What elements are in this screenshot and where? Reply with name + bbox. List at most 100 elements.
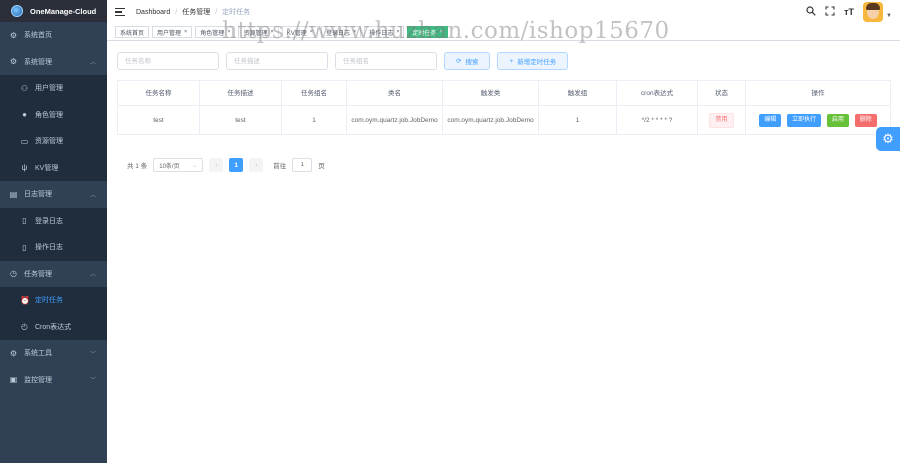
col-header: 任务名称 — [117, 80, 200, 106]
add-task-button[interactable]: + 新增定时任务 — [497, 52, 569, 70]
sidebar-item-label: 日志管理 — [24, 191, 52, 199]
edit-button[interactable]: 编辑 — [759, 113, 782, 127]
task-group-input[interactable] — [335, 52, 437, 70]
sidebar-item-operation-log[interactable]: ▯ 操作日志 — [0, 234, 107, 261]
refresh-icon: ⟳ — [456, 58, 462, 65]
sidebar-item-users[interactable]: ⚇ 用户管理 — [0, 75, 107, 102]
alarm-icon: ⏰ — [20, 295, 30, 305]
sidebar-item-system[interactable]: ⚙ 系统管理 ︿ — [0, 49, 107, 76]
gear-icon: ⚙ — [882, 131, 894, 146]
dashboard-icon: ⚙ — [9, 30, 18, 40]
col-header: 任务组名 — [281, 80, 347, 106]
sidebar-item-label: 用户管理 — [35, 85, 63, 93]
close-icon[interactable]: × — [271, 29, 274, 35]
task-name-input[interactable] — [117, 52, 219, 70]
gear-icon: ⚙ — [9, 57, 18, 67]
sidebar-item-scheduled-tasks[interactable]: ⏰ 定时任务 — [0, 287, 107, 314]
breadcrumb-tasks[interactable]: 任务管理 — [182, 7, 210, 17]
sidebar-item-roles[interactable]: ● 角色管理 — [0, 102, 107, 129]
close-icon[interactable]: × — [310, 29, 313, 35]
col-header: 触发组 — [538, 80, 617, 106]
chevron-up-icon: ︿ — [89, 60, 96, 67]
logo[interactable]: OneManage-Cloud — [0, 0, 107, 22]
next-page-button[interactable]: › — [249, 158, 264, 172]
cell-trigger: com.oym.quartz.job.JobDemo — [442, 105, 539, 135]
task-table: 任务名称 任务描述 任务组名 类名 触发类 触发组 cron表达式 状态 操作 … — [117, 80, 891, 135]
chevron-up-icon: ︿ — [89, 192, 96, 199]
table-row: test test 1 com.oym.quartz.job.JobDemo c… — [117, 105, 891, 135]
navbar-right: ᴛT ▼ — [806, 0, 892, 24]
prev-page-button[interactable]: ‹ — [209, 158, 224, 172]
document-icon: ▯ — [22, 242, 27, 252]
sidebar-item-tasks[interactable]: ◷ 任务管理 ︿ — [0, 261, 107, 288]
hamburger-icon[interactable] — [115, 8, 125, 16]
enable-button[interactable]: 启用 — [826, 113, 849, 127]
tag-resources[interactable]: 资源管理 × — [238, 26, 279, 38]
settings-gear-button[interactable]: ⚙ — [876, 127, 900, 151]
tag-scheduled-tasks[interactable]: 定时任务 × — [407, 26, 448, 38]
caret-down-icon[interactable]: ▼ — [886, 13, 892, 19]
col-header: cron表达式 — [616, 80, 698, 106]
page-size-select[interactable]: 10条/页 ⌄ — [153, 158, 204, 172]
breadcrumb-dashboard[interactable]: Dashboard — [136, 9, 170, 16]
fullscreen-icon[interactable] — [825, 5, 835, 19]
breadcrumb-current: 定时任务 — [222, 9, 251, 16]
sidebar-item-label: 系统管理 — [24, 58, 52, 66]
tag-login-log[interactable]: 登录日志 × — [320, 26, 362, 38]
breadcrumb-separator: / — [215, 8, 218, 16]
goto-page-input[interactable] — [292, 158, 313, 172]
sidebar-item-label: 监控管理 — [24, 376, 52, 384]
sidebar-item-home[interactable]: ⚙ 系统首页 — [0, 22, 107, 49]
close-icon[interactable]: × — [396, 29, 399, 35]
sidebar-item-label: 系统首页 — [24, 32, 52, 40]
font-size-icon[interactable]: ᴛT — [844, 7, 854, 17]
breadcrumb-separator: / — [175, 8, 178, 16]
user-icon: ⚇ — [20, 83, 29, 93]
sidebar-item-tools[interactable]: ⚙ 系统工具 ﹀ — [0, 340, 107, 367]
sidebar-item-login-log[interactable]: ▯ 登录日志 — [0, 208, 107, 235]
col-header: 类名 — [346, 80, 443, 106]
cell-cron: */2 * * * * ? — [616, 105, 698, 135]
tag-roles[interactable]: 角色管理 × — [195, 26, 236, 38]
tag-kv[interactable]: KV管理 × — [281, 26, 318, 38]
chevron-down-icon: ⌄ — [192, 162, 198, 169]
close-icon[interactable]: × — [353, 29, 356, 35]
gear-icon: ⚙ — [9, 348, 18, 358]
sidebar-item-label: 操作日志 — [35, 244, 63, 252]
sidebar-item-kv[interactable]: ψ KV管理 — [0, 155, 107, 182]
run-now-button[interactable]: 立即执行 — [787, 113, 822, 127]
cell-task-group: 1 — [281, 105, 347, 135]
close-icon[interactable]: × — [184, 29, 187, 35]
cell-task-desc: test — [199, 105, 282, 135]
sidebar-item-monitor[interactable]: ▣ 监控管理 ﹀ — [0, 367, 107, 394]
sidebar-item-label: 资源管理 — [35, 138, 63, 146]
col-header: 状态 — [697, 80, 746, 106]
tag-operation-log[interactable]: 操作日志 × — [364, 26, 405, 38]
main-content: ⟳ 搜索 + 新增定时任务 任务名称 任务描述 任务组名 类名 触发类 触发组 … — [107, 41, 900, 463]
resource-icon: ▭ — [20, 136, 29, 146]
close-icon[interactable]: × — [439, 29, 442, 35]
tag-home[interactable]: 系统首页 — [115, 26, 150, 38]
sidebar-item-cron[interactable]: ◴ Cron表达式 — [0, 314, 107, 341]
clock-icon: ◷ — [10, 269, 17, 279]
tags-view: 系统首页 用户管理 × 角色管理 × 资源管理 × KV管理 × 登录日志 × 操作日志 ×… — [107, 24, 900, 41]
tag-users[interactable]: 用户管理 × — [152, 26, 193, 38]
submenu-system: ⚇ 用户管理 ● 角色管理 ▭ 资源管理 ψ KV管理 — [0, 75, 107, 181]
kv-icon: ψ — [21, 163, 28, 173]
document-icon: ▯ — [22, 216, 27, 226]
status-badge: 禁用 — [709, 112, 734, 128]
monitor-icon: ▣ — [9, 375, 18, 385]
search-icon[interactable] — [806, 5, 816, 19]
page-number-current[interactable]: 1 — [229, 158, 244, 172]
col-header: 任务描述 — [199, 80, 282, 106]
close-icon[interactable]: × — [227, 29, 230, 35]
task-desc-input[interactable] — [226, 52, 328, 70]
delete-button[interactable]: 删除 — [854, 113, 877, 127]
sidebar-item-logs[interactable]: ▤ 日志管理 ︿ — [0, 181, 107, 208]
chevron-up-icon: ︿ — [89, 272, 96, 279]
cell-task-name: test — [117, 105, 200, 135]
sidebar-item-resources[interactable]: ▭ 资源管理 — [0, 128, 107, 155]
goto-label: 前往 — [273, 163, 287, 170]
search-button[interactable]: ⟳ 搜索 — [444, 52, 491, 70]
avatar[interactable] — [863, 2, 884, 22]
